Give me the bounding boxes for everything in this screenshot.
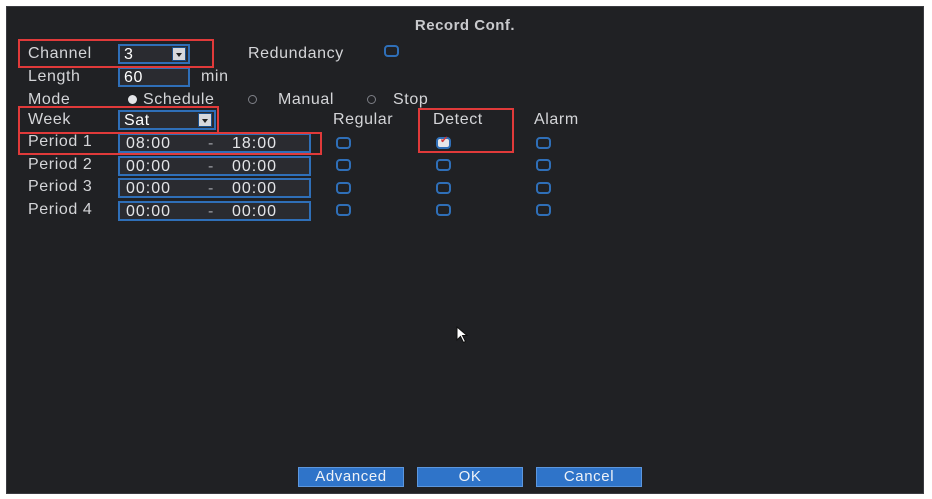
mode-schedule-radio[interactable] bbox=[128, 95, 137, 104]
time-separator: - bbox=[208, 158, 215, 175]
redundancy-label: Redundancy bbox=[248, 45, 344, 62]
mode-manual-label: Manual bbox=[278, 91, 335, 108]
period-alarm-checkbox[interactable] bbox=[536, 159, 551, 171]
mode-stop-label: Stop bbox=[393, 91, 429, 108]
period-label: Period 4 bbox=[28, 201, 93, 218]
highlight-detect-box bbox=[418, 108, 514, 153]
period-time-range[interactable]: 00:00 - 00:00 bbox=[118, 201, 311, 221]
period-regular-checkbox[interactable] bbox=[336, 137, 351, 149]
period-detect-checkbox[interactable] bbox=[436, 159, 451, 171]
period-regular-checkbox[interactable] bbox=[336, 159, 351, 171]
period-start-time[interactable]: 00:00 bbox=[126, 158, 171, 176]
mode-manual-radio[interactable] bbox=[248, 95, 257, 104]
period-regular-checkbox[interactable] bbox=[336, 204, 351, 216]
period-end-time[interactable]: 00:00 bbox=[232, 180, 277, 198]
advanced-button[interactable]: Advanced bbox=[298, 467, 404, 487]
period-detect-checkbox[interactable] bbox=[436, 182, 451, 194]
period-end-time[interactable]: 00:00 bbox=[232, 158, 277, 176]
length-label: Length bbox=[28, 68, 81, 85]
period-label: Period 2 bbox=[28, 156, 93, 173]
period-time-range[interactable]: 00:00 - 00:00 bbox=[118, 156, 311, 176]
period-alarm-checkbox[interactable] bbox=[536, 137, 551, 149]
length-unit: min bbox=[201, 68, 229, 85]
period-detect-checkbox[interactable] bbox=[436, 204, 451, 216]
mouse-pointer-icon bbox=[456, 326, 469, 344]
highlight-period1-box bbox=[18, 132, 322, 155]
length-input[interactable]: 60 bbox=[118, 67, 190, 87]
period-alarm-checkbox[interactable] bbox=[536, 204, 551, 216]
period-alarm-checkbox[interactable] bbox=[536, 182, 551, 194]
highlight-week-box bbox=[18, 106, 219, 134]
period-start-time[interactable]: 00:00 bbox=[126, 203, 171, 221]
time-separator: - bbox=[208, 180, 215, 197]
period-end-time[interactable]: 00:00 bbox=[232, 203, 277, 221]
dialog-title: Record Conf. bbox=[414, 17, 516, 34]
time-separator: - bbox=[208, 203, 215, 220]
column-alarm-header: Alarm bbox=[534, 111, 579, 128]
period-start-time[interactable]: 00:00 bbox=[126, 180, 171, 198]
period-time-range[interactable]: 00:00 - 00:00 bbox=[118, 178, 311, 198]
cancel-button[interactable]: Cancel bbox=[536, 467, 642, 487]
highlight-channel-box bbox=[18, 39, 214, 68]
column-regular-header: Regular bbox=[333, 111, 394, 128]
redundancy-checkbox[interactable] bbox=[384, 45, 399, 57]
ok-button[interactable]: OK bbox=[417, 467, 523, 487]
period-label: Period 3 bbox=[28, 178, 93, 195]
period-regular-checkbox[interactable] bbox=[336, 182, 351, 194]
mode-stop-radio[interactable] bbox=[367, 95, 376, 104]
